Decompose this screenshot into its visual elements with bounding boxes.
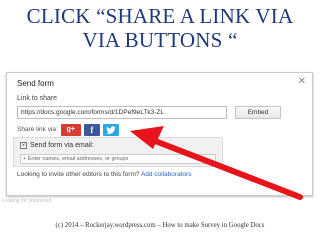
- red-arrow-icon: [130, 126, 303, 200]
- slide-footer: (c) 2014 – Rockerjay.wordpress.com – How…: [55, 222, 265, 229]
